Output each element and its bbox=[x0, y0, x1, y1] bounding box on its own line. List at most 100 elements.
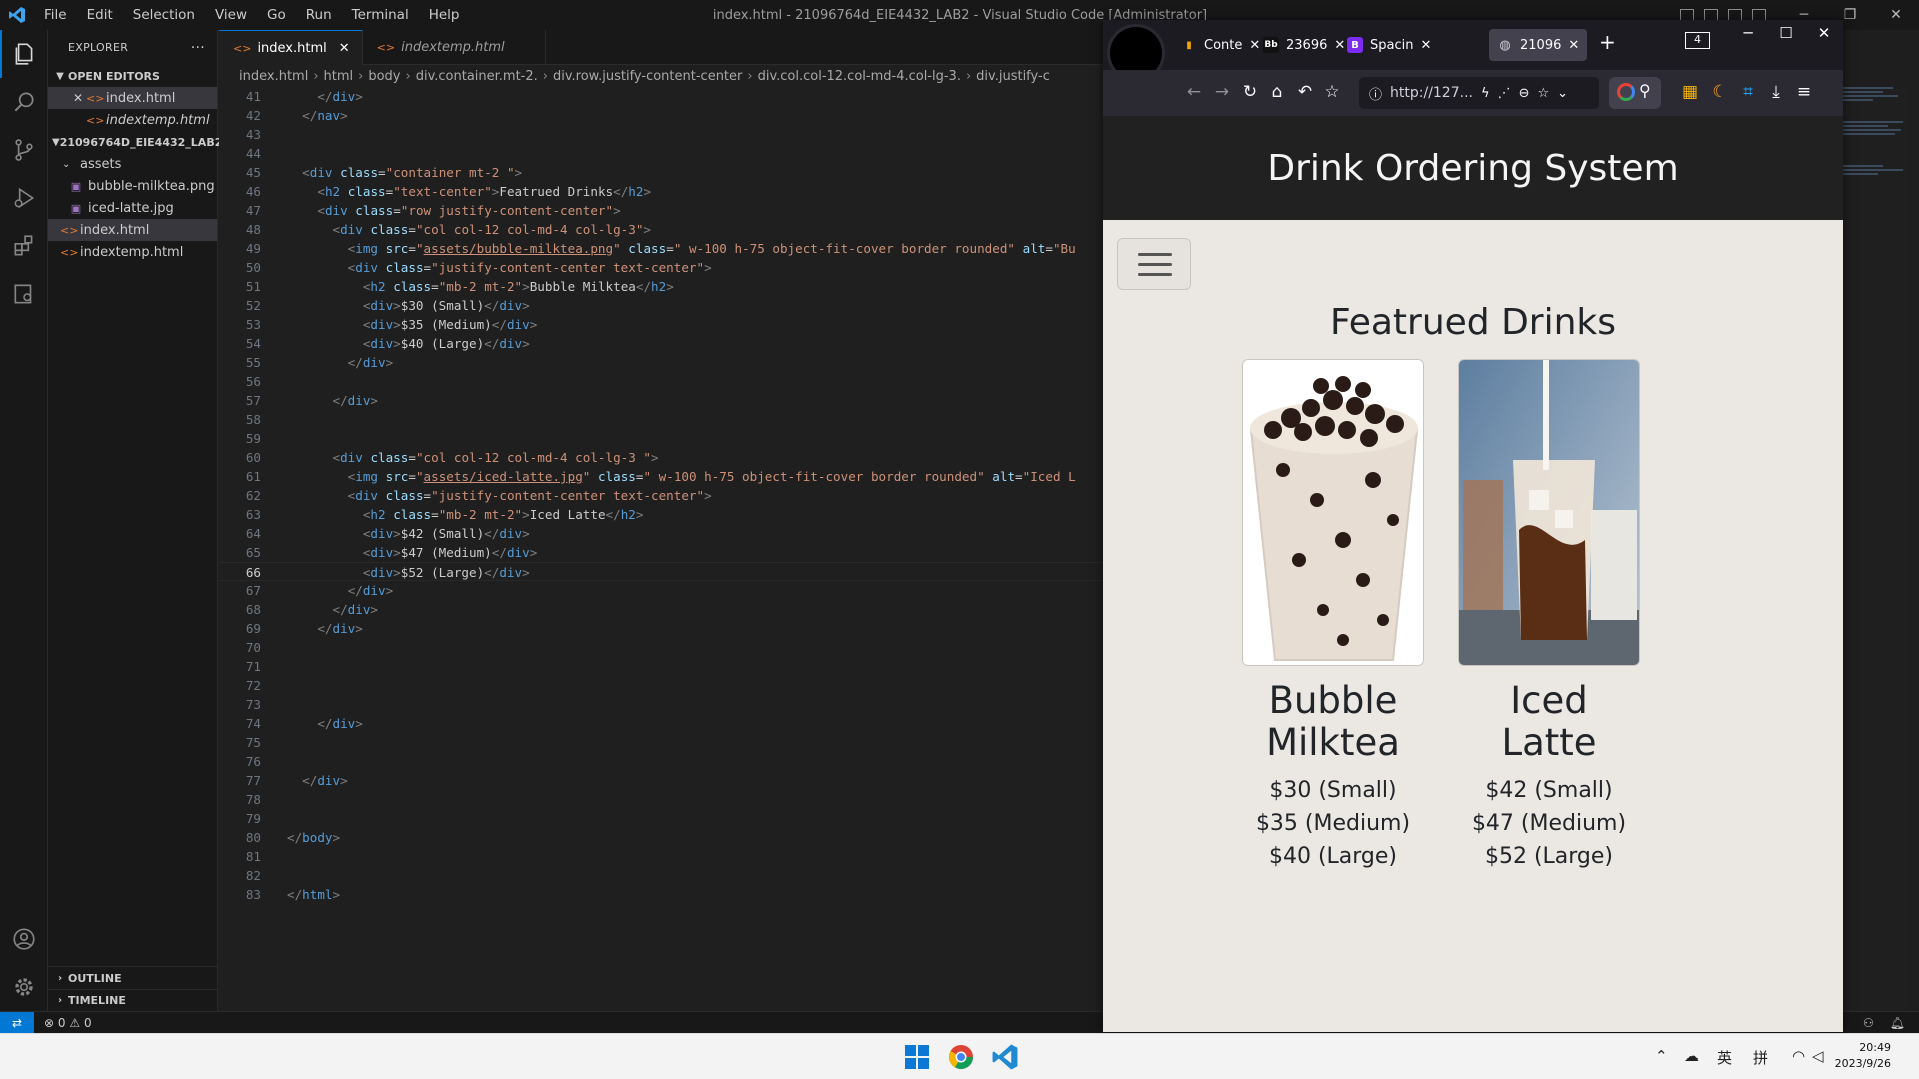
star-icon[interactable]: ☆ bbox=[1537, 86, 1549, 101]
open-editors-section[interactable]: ▼ OPEN EDITORS bbox=[48, 65, 217, 87]
editor-group: <> index.html ✕ <> indextemp.html index.… bbox=[219, 30, 1103, 1011]
lightning-icon[interactable]: ϟ bbox=[1481, 86, 1490, 101]
browser-tab-label: 23696 bbox=[1286, 37, 1328, 53]
home-icon[interactable]: ⌂ bbox=[1266, 82, 1288, 102]
timeline-section[interactable]: › TIMELINE bbox=[48, 989, 217, 1011]
menu-terminal[interactable]: Terminal bbox=[342, 7, 419, 23]
breadcrumb-item[interactable]: div.row.justify-content-center bbox=[553, 69, 742, 84]
show-hidden-icons-chevron-icon[interactable]: ⌃ bbox=[1655, 1047, 1668, 1065]
crop-screenshot-icon[interactable]: ⌗ bbox=[1737, 82, 1759, 102]
browser-tab[interactable]: ▮ Conte ✕ bbox=[1173, 29, 1268, 61]
menu-run[interactable]: Run bbox=[296, 7, 342, 23]
run-debug-icon[interactable] bbox=[0, 174, 48, 222]
ime-language[interactable]: 英 bbox=[1717, 1047, 1732, 1068]
menu-help[interactable]: Help bbox=[419, 7, 470, 23]
menu-selection[interactable]: Selection bbox=[123, 7, 205, 23]
price-medium: $47 (Medium) bbox=[1471, 811, 1627, 836]
code-editor[interactable]: 41 </div> 42 </nav> 43 44 45 <div class=… bbox=[219, 87, 1103, 1011]
source-control-icon[interactable] bbox=[0, 126, 48, 174]
explorer-icon[interactable] bbox=[0, 30, 48, 78]
breadcrumb-item[interactable]: div.col.col-12.col-md-4.col-lg-3. bbox=[758, 69, 961, 84]
browser-tab[interactable]: B Spacin ✕ bbox=[1339, 29, 1439, 61]
windows-start-icon[interactable] bbox=[903, 1043, 931, 1071]
tab-count-badge[interactable]: 4 bbox=[1685, 32, 1710, 49]
site-info-icon[interactable]: ⓘ bbox=[1369, 84, 1382, 103]
outline-section[interactable]: › OUTLINE bbox=[48, 967, 217, 989]
manage-gear-icon[interactable] bbox=[0, 963, 48, 1011]
file-label: indextemp.html bbox=[80, 244, 184, 260]
zoom-icon[interactable]: ⊖ bbox=[1519, 86, 1530, 101]
folder-label: 21096764D_EIE4432_LAB2 bbox=[59, 135, 223, 149]
close-window-icon[interactable]: ✕ bbox=[1805, 24, 1843, 42]
browser-toolbar: ← → ↻ ⌂ ↶ ☆ ⓘ http://127... ϟ ⋰ ⊖ ☆ ⌄ ⚲ … bbox=[1103, 70, 1843, 116]
breadcrumb-item[interactable]: div.container.mt-2. bbox=[416, 69, 538, 84]
close-tab-icon[interactable]: ✕ bbox=[1420, 38, 1431, 53]
remote-explorer-icon[interactable] bbox=[0, 270, 48, 318]
open-editor-indextemp[interactable]: <> indextemp.html bbox=[48, 109, 217, 131]
more-actions-icon[interactable]: ··· bbox=[191, 40, 205, 56]
problems-indicator[interactable]: ⊗ 0 ⚠ 0 bbox=[44, 1016, 92, 1030]
open-editor-index[interactable]: ✕ <> index.html bbox=[48, 87, 217, 109]
url-bar[interactable]: ⓘ http://127... ϟ ⋰ ⊖ ☆ ⌄ bbox=[1359, 77, 1599, 109]
dark-mode-moon-icon[interactable]: ☾ bbox=[1709, 82, 1731, 102]
browser-tab-active[interactable]: ◍ 21096 ✕ bbox=[1489, 29, 1588, 61]
breadcrumb-item[interactable]: html bbox=[324, 69, 354, 84]
accounts-status-icon[interactable]: ⚇ bbox=[1863, 1016, 1874, 1030]
menu-view[interactable]: View bbox=[205, 7, 257, 23]
breadcrumb-item[interactable]: index.html bbox=[239, 69, 308, 84]
onedrive-cloud-icon[interactable]: ☁ bbox=[1684, 1047, 1699, 1065]
search-engine-pill[interactable]: ⚲ bbox=[1609, 77, 1661, 109]
new-tab-plus-icon[interactable]: + bbox=[1599, 30, 1616, 54]
share-icon[interactable]: ⋰ bbox=[1498, 86, 1511, 101]
extensions-grid-icon[interactable]: ▦ bbox=[1679, 82, 1701, 102]
system-clock[interactable]: 20:49 2023/9/26 bbox=[1835, 1040, 1891, 1072]
menu-bar: File Edit Selection View Go Run Terminal… bbox=[34, 7, 469, 23]
html-file-icon: <> bbox=[376, 41, 396, 54]
firefox-window: ▮ Conte ✕ Bb 23696 ✕ B Spacin ✕ ◍ 21096 … bbox=[1103, 20, 1843, 1032]
chrome-icon[interactable] bbox=[947, 1043, 975, 1071]
breadcrumb-item[interactable]: body bbox=[368, 69, 400, 84]
warning-count: 0 bbox=[83, 1015, 92, 1030]
accounts-icon[interactable] bbox=[0, 915, 48, 963]
search-icon[interactable] bbox=[0, 78, 48, 126]
close-tab-icon[interactable]: ✕ bbox=[1568, 38, 1579, 53]
menu-go[interactable]: Go bbox=[257, 7, 296, 23]
workspace-folder-section[interactable]: ▼ 21096764D_EIE4432_LAB2 bbox=[48, 131, 222, 153]
bookmark-star-icon[interactable]: ☆ bbox=[1321, 82, 1343, 102]
chevron-down-icon[interactable]: ⌄ bbox=[1557, 86, 1568, 101]
file-iced-latte[interactable]: ▣ iced-latte.jpg bbox=[48, 197, 217, 219]
extensions-icon[interactable] bbox=[0, 222, 48, 270]
blackboard-favicon-icon: Bb bbox=[1263, 37, 1279, 53]
tab-indextemp-html[interactable]: <> indextemp.html bbox=[363, 30, 546, 65]
back-arrow-icon[interactable]: ← bbox=[1183, 82, 1205, 102]
folder-assets[interactable]: ⌄ assets bbox=[48, 153, 217, 175]
html-file-icon: <> bbox=[86, 91, 105, 105]
forward-arrow-icon[interactable]: → bbox=[1211, 82, 1233, 102]
file-bubble-milktea[interactable]: ▣ bubble-milktea.png bbox=[48, 175, 217, 197]
html-file-icon: <> bbox=[233, 41, 252, 55]
volume-icon[interactable]: ◁ bbox=[1812, 1047, 1824, 1065]
file-index-html[interactable]: <> index.html bbox=[48, 219, 217, 241]
tab-index-html[interactable]: <> index.html ✕ bbox=[219, 30, 363, 65]
remote-indicator-icon[interactable]: ⇄ bbox=[0, 1011, 34, 1034]
ime-mode[interactable]: 拼 bbox=[1753, 1047, 1768, 1068]
minimap[interactable] bbox=[1843, 87, 1909, 1011]
hamburger-menu-icon[interactable]: ≡ bbox=[1793, 82, 1815, 102]
file-indextemp-html[interactable]: <> indextemp.html bbox=[48, 241, 217, 263]
menu-edit[interactable]: Edit bbox=[77, 7, 123, 23]
close-editor-icon[interactable]: ✕ bbox=[70, 91, 86, 105]
vscode-taskbar-icon[interactable] bbox=[991, 1043, 1019, 1071]
breadcrumb-item[interactable]: div.justify-c bbox=[976, 69, 1050, 84]
download-icon[interactable]: ⤓ bbox=[1765, 82, 1787, 102]
undo-close-tab-icon[interactable]: ↶ bbox=[1294, 82, 1316, 102]
menu-file[interactable]: File bbox=[34, 7, 77, 23]
wifi-icon[interactable]: ◠ bbox=[1792, 1047, 1805, 1065]
minimize-icon[interactable]: ─ bbox=[1729, 24, 1767, 42]
close-tab-icon[interactable]: ✕ bbox=[339, 41, 350, 56]
reload-icon[interactable]: ↻ bbox=[1239, 82, 1261, 102]
globe-favicon-icon: ◍ bbox=[1499, 37, 1511, 53]
navbar-toggler-button[interactable] bbox=[1117, 238, 1191, 290]
notifications-bell-icon[interactable]: 🔔︎ bbox=[1890, 1016, 1905, 1030]
maximize-icon[interactable]: ☐ bbox=[1767, 24, 1805, 42]
close-window-icon[interactable]: ✕ bbox=[1873, 0, 1919, 30]
